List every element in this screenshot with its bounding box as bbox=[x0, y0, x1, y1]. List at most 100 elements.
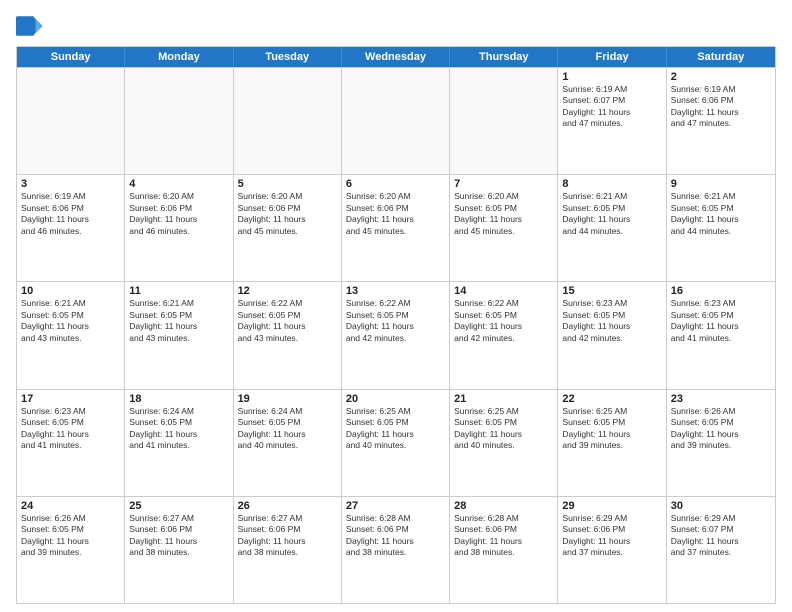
day-info: Sunrise: 6:23 AM Sunset: 6:05 PM Dayligh… bbox=[21, 406, 120, 452]
day-number: 12 bbox=[238, 285, 337, 297]
day-info: Sunrise: 6:29 AM Sunset: 6:07 PM Dayligh… bbox=[671, 513, 771, 559]
calendar-cell bbox=[342, 68, 450, 174]
day-number: 20 bbox=[346, 393, 445, 405]
calendar-cell: 18Sunrise: 6:24 AM Sunset: 6:05 PM Dayli… bbox=[125, 390, 233, 496]
logo-icon bbox=[16, 12, 44, 40]
calendar-cell: 13Sunrise: 6:22 AM Sunset: 6:05 PM Dayli… bbox=[342, 282, 450, 388]
calendar-cell: 19Sunrise: 6:24 AM Sunset: 6:05 PM Dayli… bbox=[234, 390, 342, 496]
day-number: 5 bbox=[238, 178, 337, 190]
day-header-friday: Friday bbox=[558, 47, 666, 67]
calendar-cell: 8Sunrise: 6:21 AM Sunset: 6:05 PM Daylig… bbox=[558, 175, 666, 281]
calendar-week-3: 17Sunrise: 6:23 AM Sunset: 6:05 PM Dayli… bbox=[17, 389, 775, 496]
calendar-cell: 29Sunrise: 6:29 AM Sunset: 6:06 PM Dayli… bbox=[558, 497, 666, 603]
day-number: 11 bbox=[129, 285, 228, 297]
day-info: Sunrise: 6:21 AM Sunset: 6:05 PM Dayligh… bbox=[671, 191, 771, 237]
day-number: 6 bbox=[346, 178, 445, 190]
day-info: Sunrise: 6:21 AM Sunset: 6:05 PM Dayligh… bbox=[21, 298, 120, 344]
day-info: Sunrise: 6:27 AM Sunset: 6:06 PM Dayligh… bbox=[129, 513, 228, 559]
calendar-cell: 1Sunrise: 6:19 AM Sunset: 6:07 PM Daylig… bbox=[558, 68, 666, 174]
day-number: 2 bbox=[671, 71, 771, 83]
calendar-cell bbox=[17, 68, 125, 174]
day-info: Sunrise: 6:29 AM Sunset: 6:06 PM Dayligh… bbox=[562, 513, 661, 559]
calendar-cell: 14Sunrise: 6:22 AM Sunset: 6:05 PM Dayli… bbox=[450, 282, 558, 388]
day-number: 22 bbox=[562, 393, 661, 405]
day-info: Sunrise: 6:24 AM Sunset: 6:05 PM Dayligh… bbox=[238, 406, 337, 452]
day-number: 18 bbox=[129, 393, 228, 405]
calendar-cell: 20Sunrise: 6:25 AM Sunset: 6:05 PM Dayli… bbox=[342, 390, 450, 496]
day-number: 4 bbox=[129, 178, 228, 190]
day-number: 7 bbox=[454, 178, 553, 190]
header bbox=[16, 12, 776, 40]
calendar-cell: 12Sunrise: 6:22 AM Sunset: 6:05 PM Dayli… bbox=[234, 282, 342, 388]
day-info: Sunrise: 6:26 AM Sunset: 6:05 PM Dayligh… bbox=[671, 406, 771, 452]
calendar-week-0: 1Sunrise: 6:19 AM Sunset: 6:07 PM Daylig… bbox=[17, 67, 775, 174]
calendar: SundayMondayTuesdayWednesdayThursdayFrid… bbox=[16, 46, 776, 604]
day-info: Sunrise: 6:25 AM Sunset: 6:05 PM Dayligh… bbox=[454, 406, 553, 452]
day-header-thursday: Thursday bbox=[450, 47, 558, 67]
calendar-cell: 6Sunrise: 6:20 AM Sunset: 6:06 PM Daylig… bbox=[342, 175, 450, 281]
day-info: Sunrise: 6:19 AM Sunset: 6:06 PM Dayligh… bbox=[21, 191, 120, 237]
calendar-cell: 17Sunrise: 6:23 AM Sunset: 6:05 PM Dayli… bbox=[17, 390, 125, 496]
day-info: Sunrise: 6:27 AM Sunset: 6:06 PM Dayligh… bbox=[238, 513, 337, 559]
day-number: 8 bbox=[562, 178, 661, 190]
calendar-cell: 3Sunrise: 6:19 AM Sunset: 6:06 PM Daylig… bbox=[17, 175, 125, 281]
calendar-cell: 22Sunrise: 6:25 AM Sunset: 6:05 PM Dayli… bbox=[558, 390, 666, 496]
day-number: 16 bbox=[671, 285, 771, 297]
calendar-cell: 7Sunrise: 6:20 AM Sunset: 6:05 PM Daylig… bbox=[450, 175, 558, 281]
day-number: 27 bbox=[346, 500, 445, 512]
day-header-wednesday: Wednesday bbox=[342, 47, 450, 67]
day-number: 3 bbox=[21, 178, 120, 190]
day-info: Sunrise: 6:28 AM Sunset: 6:06 PM Dayligh… bbox=[454, 513, 553, 559]
calendar-week-1: 3Sunrise: 6:19 AM Sunset: 6:06 PM Daylig… bbox=[17, 174, 775, 281]
day-number: 17 bbox=[21, 393, 120, 405]
calendar-header: SundayMondayTuesdayWednesdayThursdayFrid… bbox=[17, 47, 775, 67]
day-info: Sunrise: 6:22 AM Sunset: 6:05 PM Dayligh… bbox=[238, 298, 337, 344]
calendar-cell: 16Sunrise: 6:23 AM Sunset: 6:05 PM Dayli… bbox=[667, 282, 775, 388]
day-number: 13 bbox=[346, 285, 445, 297]
calendar-cell: 30Sunrise: 6:29 AM Sunset: 6:07 PM Dayli… bbox=[667, 497, 775, 603]
day-number: 24 bbox=[21, 500, 120, 512]
day-info: Sunrise: 6:19 AM Sunset: 6:06 PM Dayligh… bbox=[671, 84, 771, 130]
day-number: 28 bbox=[454, 500, 553, 512]
calendar-cell: 10Sunrise: 6:21 AM Sunset: 6:05 PM Dayli… bbox=[17, 282, 125, 388]
day-number: 9 bbox=[671, 178, 771, 190]
day-number: 23 bbox=[671, 393, 771, 405]
day-info: Sunrise: 6:20 AM Sunset: 6:06 PM Dayligh… bbox=[238, 191, 337, 237]
calendar-cell: 9Sunrise: 6:21 AM Sunset: 6:05 PM Daylig… bbox=[667, 175, 775, 281]
day-info: Sunrise: 6:23 AM Sunset: 6:05 PM Dayligh… bbox=[671, 298, 771, 344]
day-info: Sunrise: 6:26 AM Sunset: 6:05 PM Dayligh… bbox=[21, 513, 120, 559]
day-info: Sunrise: 6:23 AM Sunset: 6:05 PM Dayligh… bbox=[562, 298, 661, 344]
logo bbox=[16, 12, 48, 40]
day-header-sunday: Sunday bbox=[17, 47, 125, 67]
calendar-cell: 15Sunrise: 6:23 AM Sunset: 6:05 PM Dayli… bbox=[558, 282, 666, 388]
day-number: 1 bbox=[562, 71, 661, 83]
calendar-cell: 26Sunrise: 6:27 AM Sunset: 6:06 PM Dayli… bbox=[234, 497, 342, 603]
calendar-cell: 4Sunrise: 6:20 AM Sunset: 6:06 PM Daylig… bbox=[125, 175, 233, 281]
day-number: 21 bbox=[454, 393, 553, 405]
calendar-cell: 23Sunrise: 6:26 AM Sunset: 6:05 PM Dayli… bbox=[667, 390, 775, 496]
calendar-body: 1Sunrise: 6:19 AM Sunset: 6:07 PM Daylig… bbox=[17, 67, 775, 603]
day-info: Sunrise: 6:22 AM Sunset: 6:05 PM Dayligh… bbox=[346, 298, 445, 344]
day-number: 29 bbox=[562, 500, 661, 512]
day-info: Sunrise: 6:25 AM Sunset: 6:05 PM Dayligh… bbox=[346, 406, 445, 452]
calendar-cell: 21Sunrise: 6:25 AM Sunset: 6:05 PM Dayli… bbox=[450, 390, 558, 496]
day-number: 30 bbox=[671, 500, 771, 512]
calendar-cell bbox=[234, 68, 342, 174]
day-info: Sunrise: 6:22 AM Sunset: 6:05 PM Dayligh… bbox=[454, 298, 553, 344]
day-header-tuesday: Tuesday bbox=[234, 47, 342, 67]
day-number: 26 bbox=[238, 500, 337, 512]
day-info: Sunrise: 6:28 AM Sunset: 6:06 PM Dayligh… bbox=[346, 513, 445, 559]
day-info: Sunrise: 6:21 AM Sunset: 6:05 PM Dayligh… bbox=[129, 298, 228, 344]
calendar-cell: 11Sunrise: 6:21 AM Sunset: 6:05 PM Dayli… bbox=[125, 282, 233, 388]
day-number: 10 bbox=[21, 285, 120, 297]
day-number: 14 bbox=[454, 285, 553, 297]
day-info: Sunrise: 6:20 AM Sunset: 6:06 PM Dayligh… bbox=[346, 191, 445, 237]
day-info: Sunrise: 6:21 AM Sunset: 6:05 PM Dayligh… bbox=[562, 191, 661, 237]
day-info: Sunrise: 6:24 AM Sunset: 6:05 PM Dayligh… bbox=[129, 406, 228, 452]
calendar-cell: 2Sunrise: 6:19 AM Sunset: 6:06 PM Daylig… bbox=[667, 68, 775, 174]
day-number: 25 bbox=[129, 500, 228, 512]
calendar-week-4: 24Sunrise: 6:26 AM Sunset: 6:05 PM Dayli… bbox=[17, 496, 775, 603]
day-info: Sunrise: 6:19 AM Sunset: 6:07 PM Dayligh… bbox=[562, 84, 661, 130]
calendar-cell: 25Sunrise: 6:27 AM Sunset: 6:06 PM Dayli… bbox=[125, 497, 233, 603]
calendar-cell: 28Sunrise: 6:28 AM Sunset: 6:06 PM Dayli… bbox=[450, 497, 558, 603]
